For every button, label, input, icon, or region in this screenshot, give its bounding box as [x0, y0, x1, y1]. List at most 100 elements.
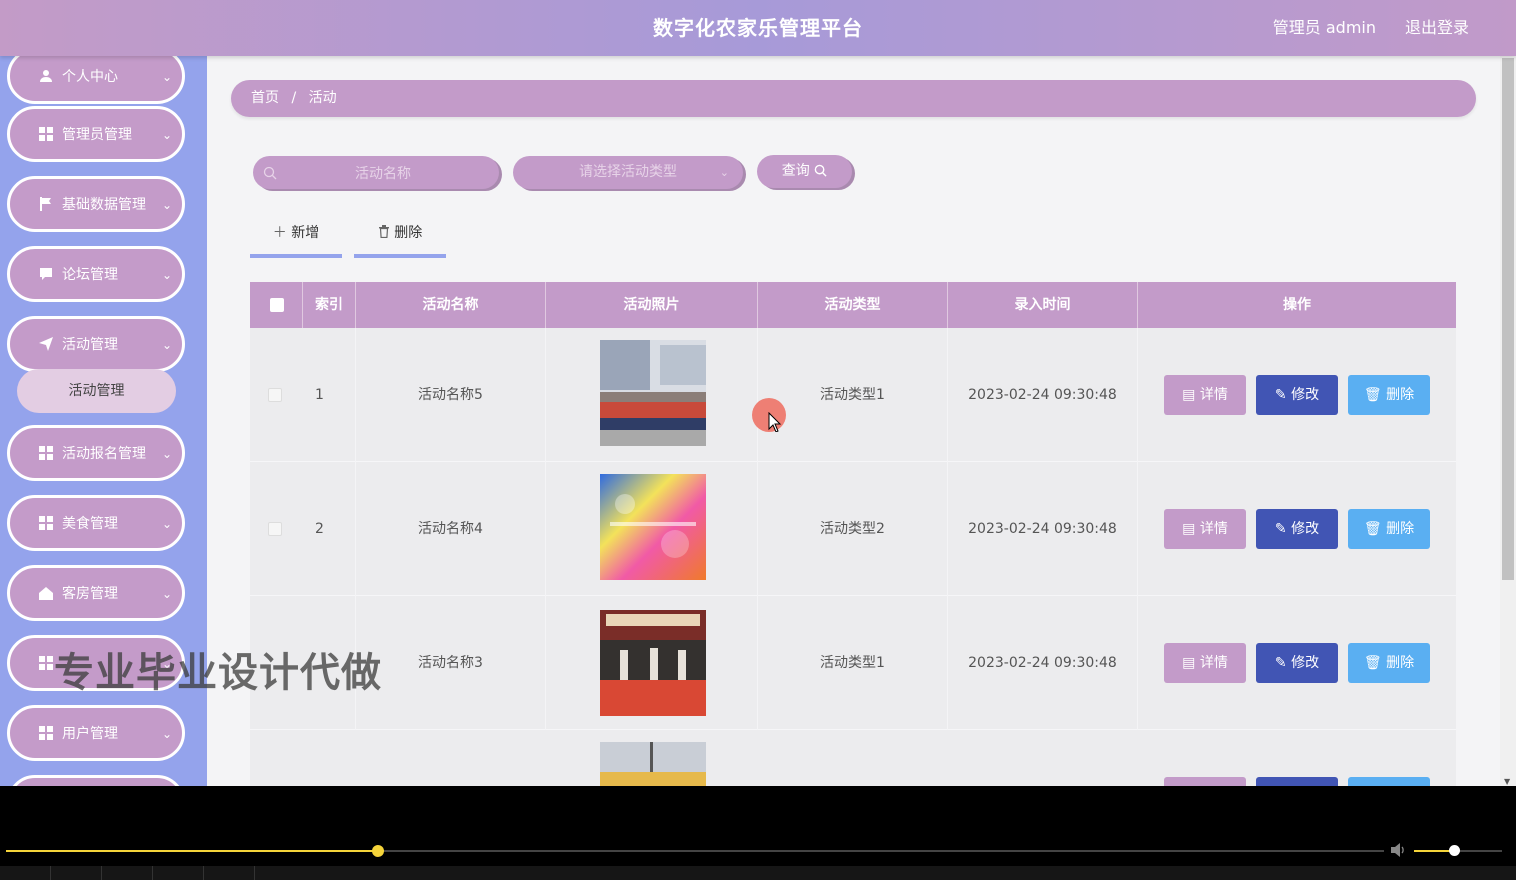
sidebar-item-forum[interactable]: 论坛管理 ⌄ — [7, 246, 185, 302]
delete-label: 删除 — [394, 225, 423, 241]
column-header: 活动名称 — [356, 282, 546, 328]
cursor-highlight — [752, 398, 786, 432]
edit-label: 修改 — [1291, 521, 1320, 537]
activity-photo — [600, 610, 706, 716]
detail-button[interactable]: ▤ 详情 — [1164, 643, 1246, 683]
delete-button[interactable]: 🗑 删除 — [1348, 375, 1430, 415]
edit-label: 修改 — [1291, 655, 1320, 671]
row-type: 活动类型1 — [758, 596, 948, 730]
edit-button[interactable]: ✎ 修改 — [1256, 643, 1338, 683]
document-icon: ▤ — [1182, 387, 1196, 403]
delete-label: 删除 — [1386, 521, 1415, 537]
grid-icon — [38, 725, 54, 741]
table-row: 1 活动名称5 活动类型1 2023-02-24 09:30:48 ▤ 详情 ✎… — [250, 328, 1456, 462]
top-header: 数字化农家乐管理平台 管理员 admin 退出登录 — [0, 0, 1516, 56]
search-input[interactable] — [283, 156, 483, 189]
chevron-down-icon: ⌄ — [161, 70, 172, 84]
logout-link[interactable]: 退出登录 — [1405, 14, 1469, 38]
volume-knob[interactable] — [1448, 845, 1460, 856]
sidebar-item-label: 活动管理 — [62, 337, 118, 353]
activity-name-search[interactable] — [253, 156, 499, 189]
chevron-down-icon: ⌄ — [161, 587, 172, 601]
sidebar-item-base-data[interactable]: 基础数据管理 ⌄ — [7, 176, 185, 232]
chat-icon — [38, 266, 54, 282]
grid-icon — [38, 655, 54, 671]
delete-label: 删除 — [1386, 655, 1415, 671]
scrollbar-thumb[interactable] — [1502, 58, 1514, 580]
pencil-icon: ✎ — [1274, 387, 1287, 403]
volume-fill — [1414, 850, 1454, 852]
progress-knob[interactable] — [372, 845, 385, 857]
sidebar-item-label: 活动报名管理 — [62, 446, 146, 462]
delete-button[interactable]: 🗑 删除 — [1348, 643, 1430, 683]
sidebar-item-personal-center[interactable]: 个人中心 ⌄ — [7, 56, 185, 104]
sidebar-item-rooms[interactable]: 客房管理 ⌄ — [7, 565, 185, 621]
sidebar-item-activity-signup[interactable]: 活动报名管理 ⌄ — [7, 425, 185, 481]
sidebar-item-label: 个人中心 — [62, 69, 118, 85]
activity-photo — [600, 742, 706, 786]
edit-label: 修改 — [1291, 387, 1320, 403]
scroll-down-icon[interactable]: ▼ — [1504, 777, 1510, 786]
table-header: 索引 活动名称 活动照片 活动类型 录入时间 操作 — [250, 282, 1456, 328]
column-header: 操作 — [1283, 297, 1311, 313]
detail-label: 详情 — [1199, 387, 1228, 403]
detail-button[interactable]: ▤ 详情 — [1164, 375, 1246, 415]
app-window: 数字化农家乐管理平台 管理员 admin 退出登录 个人中心 ⌄ 管理员管理 ⌄… — [0, 0, 1516, 786]
submenu-item-activity-manage[interactable]: 活动管理 — [17, 369, 176, 413]
sidebar-item-more[interactable] — [7, 775, 185, 786]
row-time: 2023-02-24 09:30:48 — [948, 462, 1138, 596]
chevron-down-icon: ⌄ — [161, 338, 172, 352]
row-checkbox[interactable] — [268, 388, 282, 402]
column-header: 录入时间 — [948, 282, 1138, 328]
table-row — [250, 730, 1456, 786]
chevron-down-icon: ⌄ — [161, 447, 172, 461]
edit-button[interactable]: ✎ 修改 — [1256, 375, 1338, 415]
chevron-down-icon: ⌄ — [161, 727, 172, 741]
video-player-controls — [0, 786, 1516, 880]
chevron-down-icon: ⌄ — [161, 517, 172, 531]
activity-photo — [600, 340, 706, 446]
breadcrumb: 首页 / 活动 — [231, 80, 1476, 117]
row-time: 2023-02-24 09:30:48 — [948, 596, 1138, 730]
row-name: 活动名称4 — [356, 462, 546, 596]
search-icon — [814, 164, 827, 177]
sidebar-item-food[interactable]: 美食管理 ⌄ — [7, 495, 185, 551]
query-button[interactable]: 查询 — [757, 155, 852, 188]
delete-button[interactable] — [1348, 777, 1430, 786]
edit-button[interactable]: ✎ 修改 — [1256, 509, 1338, 549]
chevron-down-icon: ⌄ — [719, 166, 729, 179]
search-icon — [263, 165, 277, 180]
sidebar-item-users[interactable]: 用户管理 ⌄ — [7, 705, 185, 761]
sidebar-item-label: 用户管理 — [62, 726, 118, 742]
progress-fill — [6, 850, 379, 852]
document-icon: ▤ — [1182, 521, 1196, 537]
breadcrumb-separator: / — [291, 90, 297, 106]
detail-button[interactable]: ▤ 详情 — [1164, 509, 1246, 549]
row-checkbox[interactable] — [268, 522, 282, 536]
batch-delete-button[interactable]: 删除 — [354, 218, 446, 258]
activity-photo — [600, 474, 706, 580]
sidebar-item-admin[interactable]: 管理员管理 ⌄ — [7, 106, 185, 162]
row-index: 1 — [303, 328, 356, 462]
vertical-scrollbar[interactable]: ▼ — [1500, 56, 1516, 786]
select-all-checkbox[interactable] — [270, 298, 284, 312]
mouse-pointer-icon — [768, 412, 782, 432]
current-user: 管理员 admin — [1272, 18, 1376, 37]
breadcrumb-home[interactable]: 首页 — [251, 90, 279, 106]
sidebar-item-activity[interactable]: 活动管理 ⌄ — [7, 316, 185, 372]
activity-type-select[interactable]: 请选择活动类型 ⌄ — [513, 156, 743, 189]
sidebar-item-label: 论坛管理 — [62, 267, 118, 283]
volume-slider[interactable] — [1414, 845, 1502, 856]
volume-icon[interactable] — [1390, 842, 1408, 858]
add-button[interactable]: ＋ 新增 — [250, 218, 342, 258]
pencil-icon: ✎ — [1274, 521, 1287, 537]
detail-label: 详情 — [1199, 521, 1228, 537]
video-progress-bar[interactable] — [6, 845, 1384, 857]
detail-button[interactable] — [1164, 777, 1246, 786]
trash-icon: 🗑 — [1363, 521, 1382, 537]
edit-button[interactable] — [1256, 777, 1338, 786]
user-icon — [38, 68, 54, 84]
delete-button[interactable]: 🗑 删除 — [1348, 509, 1430, 549]
select-placeholder: 请选择活动类型 — [579, 164, 677, 180]
sidebar-item-label: 美食管理 — [62, 516, 118, 532]
